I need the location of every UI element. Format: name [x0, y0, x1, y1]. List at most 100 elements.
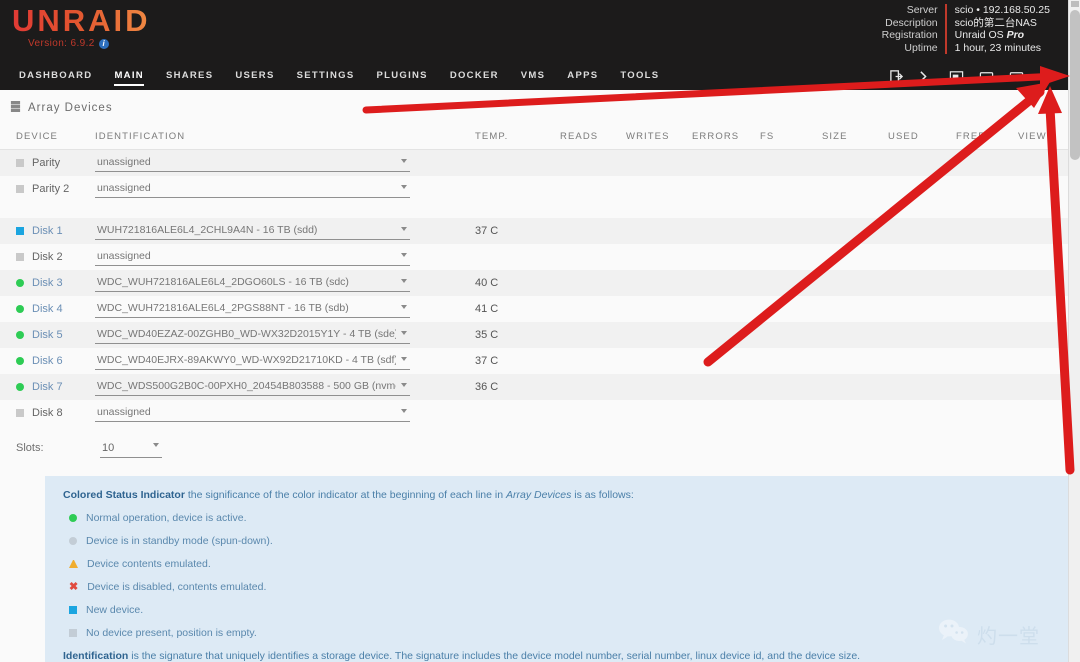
nav-toolbar: ? — [889, 69, 1054, 84]
status-green-icon — [69, 514, 77, 522]
main-content: Array Devices DEVICE IDENTIFICATION TEMP… — [0, 90, 1068, 662]
device-identification-select[interactable]: unassigned — [95, 179, 410, 198]
cell-size — [822, 149, 888, 176]
nav-item-dashboard[interactable]: DASHBOARD — [8, 62, 103, 90]
cell-writes — [626, 399, 692, 426]
cell-device: Disk 4 — [0, 295, 95, 322]
status-grey-icon — [16, 252, 24, 261]
device-label: Disk 2 — [32, 250, 63, 263]
cell-identification: unassigned — [95, 399, 475, 426]
terminal-icon[interactable] — [919, 69, 934, 84]
log-icon[interactable] — [949, 69, 964, 84]
cell-device: Disk 3 — [0, 269, 95, 296]
page-scrollbar[interactable] — [1068, 0, 1080, 662]
help-icon[interactable]: ? — [1039, 69, 1054, 84]
status-green-icon — [16, 304, 24, 313]
nav-item-shares[interactable]: SHARES — [155, 62, 224, 90]
cell-fs — [760, 217, 822, 244]
slots-select[interactable]: 123456789101112 — [100, 439, 162, 458]
nav-item-tools[interactable]: TOOLS — [609, 62, 670, 90]
cell-view — [1018, 399, 1068, 426]
device-label[interactable]: Disk 5 — [32, 329, 63, 341]
watermark: 灼一堂 — [937, 618, 1040, 651]
cell-identification: WDC_WDS500G2B0C-00PXH0_20454B803588 - 50… — [95, 373, 475, 400]
display-icon[interactable] — [979, 69, 994, 84]
device-identification-select[interactable]: unassigned — [95, 247, 410, 266]
cell-used — [888, 269, 956, 296]
device-identification-select[interactable]: WDC_WD40EZAZ-00ZGHB0_WD-WX32D2015Y1Y - 4… — [95, 325, 410, 344]
cell-errors — [692, 149, 760, 176]
archive-icon[interactable] — [1009, 69, 1024, 84]
col-free: FREE — [956, 125, 1018, 150]
cell-reads — [560, 269, 626, 296]
device-identification-select[interactable]: WDC_WDS500G2B0C-00PXH0_20454B803588 - 50… — [95, 377, 410, 396]
device-label[interactable]: Disk 4 — [32, 303, 63, 315]
cell-used — [888, 321, 956, 348]
table-row: Disk 3 WDC_WUH721816ALE6L4_2DGO60LS - 16 … — [0, 269, 1068, 296]
cell-writes — [626, 295, 692, 322]
device-label: Disk 8 — [32, 406, 63, 419]
col-view: VIEW — [1018, 125, 1068, 150]
cell-size — [822, 347, 888, 374]
cell-fs — [760, 399, 822, 426]
nav-item-docker[interactable]: DOCKER — [439, 62, 510, 90]
cell-temp — [475, 243, 560, 270]
scrollbar-cap — [1071, 1, 1079, 7]
nav-item-apps[interactable]: APPS — [556, 62, 609, 90]
cell-view — [1018, 347, 1068, 374]
label-registration: Registration — [881, 29, 938, 42]
table-header-row: DEVICE IDENTIFICATION TEMP. READS WRITES… — [0, 125, 1068, 150]
device-identification-select[interactable]: WDC_WD40EJRX-89AKWY0_WD-WX92D21710KD - 4… — [95, 351, 410, 370]
table-row: Disk 2 unassigned — [0, 243, 1068, 270]
cell-free — [956, 321, 1018, 348]
cell-free — [956, 399, 1018, 426]
nav-item-list: DASHBOARD MAIN SHARES USERS SETTINGS PLU… — [0, 62, 670, 90]
scrollbar-thumb[interactable] — [1070, 10, 1080, 160]
info-icon[interactable]: i — [98, 38, 109, 49]
device-label: Parity — [32, 156, 61, 169]
status-indicator-italic: Array Devices — [505, 489, 572, 501]
panel-title-text: Array Devices — [28, 102, 113, 114]
device-identification-select[interactable]: unassigned — [95, 153, 410, 172]
cell-device: Disk 1 — [0, 217, 95, 244]
col-device: DEVICE — [0, 125, 95, 150]
col-temp: TEMP. — [475, 125, 560, 150]
legend-list: Normal operation, device is active. Devi… — [63, 512, 1050, 639]
device-label[interactable]: Disk 3 — [32, 277, 63, 289]
device-identification-select[interactable]: WDC_WUH721816ALE6L4_2DGO60LS - 16 TB (sd… — [95, 273, 410, 292]
device-identification-select[interactable]: unassigned — [95, 403, 410, 422]
device-identification-select[interactable]: WDC_WUH721816ALE6L4_2PGS88NT - 16 TB (sd… — [95, 299, 410, 318]
nav-item-vms[interactable]: VMS — [510, 62, 557, 90]
device-label[interactable]: Disk 6 — [32, 355, 63, 367]
device-label[interactable]: Disk 7 — [32, 381, 63, 393]
status-indicator-help: Colored Status Indicator the significanc… — [63, 489, 1050, 501]
cell-view — [1018, 295, 1068, 322]
legend-label: Normal operation, device is active. — [86, 512, 247, 524]
nav-item-plugins[interactable]: PLUGINS — [365, 62, 438, 90]
table-row: Parity 2 unassigned — [0, 175, 1068, 202]
status-grey-icon — [16, 184, 24, 193]
cell-identification: WUH721816ALE6L4_2CHL9A4N - 16 TB (sdd) — [95, 217, 475, 244]
cell-errors — [692, 347, 760, 374]
cell-used — [888, 175, 956, 202]
legend-label: Device is disabled, contents emulated. — [87, 581, 267, 593]
cell-size — [822, 321, 888, 348]
device-label[interactable]: Disk 1 — [32, 225, 63, 237]
nav-item-main[interactable]: MAIN — [103, 62, 154, 90]
page-header: UNRAID Version: 6.9.2 i Server Descripti… — [0, 0, 1068, 62]
legend-label: Device contents emulated. — [87, 558, 211, 570]
cell-fs — [760, 295, 822, 322]
cell-used — [888, 347, 956, 374]
system-info: Server Description Registration Uptime s… — [881, 4, 1050, 55]
logout-icon[interactable] — [889, 69, 904, 84]
value-uptime: 1 hour, 23 minutes — [954, 41, 1042, 54]
list-item: Normal operation, device is active. — [63, 512, 1050, 524]
col-reads: READS — [560, 125, 626, 150]
nav-item-settings[interactable]: SETTINGS — [286, 62, 366, 90]
device-identification-select[interactable]: WUH721816ALE6L4_2CHL9A4N - 16 TB (sdd) — [95, 221, 410, 240]
cell-writes — [626, 269, 692, 296]
nav-item-users[interactable]: USERS — [224, 62, 285, 90]
label-server: Server — [906, 4, 938, 16]
cell-view — [1018, 243, 1068, 270]
cell-device: Parity 2 — [0, 175, 95, 202]
